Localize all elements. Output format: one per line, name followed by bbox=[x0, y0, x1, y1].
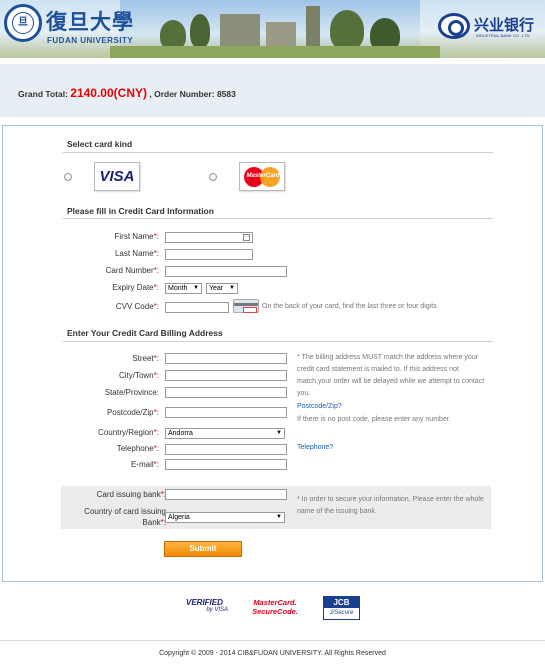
submit-button[interactable]: Submit bbox=[164, 541, 242, 557]
billing-title: Enter Your Credit Card Billing Address bbox=[67, 328, 223, 338]
card-number-field[interactable] bbox=[165, 266, 287, 277]
postcode-label: Postcode/Zip*: bbox=[106, 408, 159, 417]
mastercard-logo-text: MasterCard bbox=[246, 173, 280, 179]
bank-name-en: INDUSTRIAL BANK CO., LTD. bbox=[476, 33, 531, 38]
telephone-help-link[interactable]: Telephone? bbox=[297, 444, 333, 451]
header-banner: 旦 復旦大學 FUDAN UNIVERSITY 兴业银行 INDUSTRIAL … bbox=[0, 0, 545, 58]
first-name-label: First Name*: bbox=[114, 232, 159, 241]
expiry-date-label: Expiry Date*: bbox=[112, 283, 159, 292]
expiry-month-select[interactable]: Month ▼ bbox=[165, 283, 202, 294]
order-summary: Grand Total: 2140.00(CNY) , Order Number… bbox=[0, 64, 545, 117]
telephone-label: Telephone*: bbox=[116, 444, 159, 453]
grand-total-value: 2140.00(CNY) bbox=[70, 86, 147, 100]
divider bbox=[63, 152, 493, 153]
email-label: E-mail*: bbox=[130, 460, 159, 469]
chevron-down-icon: ▼ bbox=[193, 285, 199, 291]
city-label: City/Town*: bbox=[118, 371, 159, 380]
vbv-line1: VERIFIED bbox=[186, 598, 223, 607]
issuing-bank-label: Card issuing bank*: bbox=[96, 490, 166, 499]
vbv-line2: by VISA bbox=[206, 607, 228, 613]
order-summary-line: Grand Total: 2140.00(CNY) , Order Number… bbox=[18, 86, 236, 100]
fudan-seal-logo: 旦 bbox=[4, 4, 42, 42]
billing-address-note: * The billing address MUST match the add… bbox=[297, 354, 485, 397]
card-kind-title: Select card kind bbox=[67, 139, 133, 149]
expiry-year-value: Year bbox=[209, 285, 224, 292]
university-name-cn: 復旦大學 bbox=[46, 9, 134, 34]
email-field[interactable] bbox=[165, 459, 287, 470]
issuing-bank-note: * In order to secure your information, P… bbox=[297, 496, 484, 515]
cvv-code-label: CVV Code*: bbox=[115, 302, 159, 311]
country-select[interactable]: Andorra ▼ bbox=[165, 428, 285, 439]
copyright-text: Copyright © 2009 - 2014 CIB&FUDAN UNIVER… bbox=[159, 650, 386, 657]
visa-logo-text: VISA bbox=[99, 168, 135, 185]
country-value: Andorra bbox=[168, 430, 193, 437]
last-name-label: Last Name*: bbox=[114, 249, 159, 258]
order-number-label: , Order Number: bbox=[149, 89, 215, 99]
last-name-field[interactable] bbox=[165, 249, 253, 260]
mcsc-line1: MasterCard. bbox=[253, 598, 297, 607]
bank-name-cn: 兴业银行 bbox=[474, 17, 535, 34]
card-number-label: Card Number*: bbox=[105, 266, 159, 275]
payment-form-panel: Select card kind VISA MasterCard Please … bbox=[2, 125, 543, 582]
expiry-month-value: Month bbox=[168, 285, 188, 292]
mastercard-card-logo[interactable]: MasterCard bbox=[239, 162, 285, 191]
street-field[interactable] bbox=[165, 353, 287, 364]
city-field[interactable] bbox=[165, 370, 287, 381]
visa-card-logo[interactable]: VISA bbox=[94, 162, 140, 191]
chevron-down-icon: ▼ bbox=[229, 285, 235, 291]
issuing-bank-field[interactable] bbox=[165, 489, 287, 500]
country-label: Country/Region*: bbox=[98, 428, 159, 437]
card-info-title: Please fill in Credit Card Information bbox=[67, 206, 214, 216]
mcsc-line2: SecureCode. bbox=[252, 607, 298, 616]
state-label: State/Province: bbox=[104, 388, 159, 397]
chevron-down-icon: ▼ bbox=[276, 430, 282, 436]
telephone-field[interactable] bbox=[165, 444, 287, 455]
issuing-bank-section: Card issuing bank*: Country of card issu… bbox=[61, 486, 491, 529]
jcb-jsecure-logo: JCB J/Secure bbox=[323, 596, 360, 620]
university-name-en: FUDAN UNIVERSITY bbox=[47, 36, 134, 45]
expiry-year-select[interactable]: Year ▼ bbox=[206, 283, 238, 294]
cib-bank-logo-icon bbox=[438, 13, 470, 39]
state-field[interactable] bbox=[165, 387, 287, 398]
street-label: Street*: bbox=[132, 354, 159, 363]
mastercard-securecode-logo: MasterCard. SecureCode. bbox=[252, 598, 298, 622]
chevron-down-icon: ▼ bbox=[276, 514, 282, 520]
visa-radio[interactable] bbox=[64, 173, 72, 181]
first-name-field[interactable]: ⋯ bbox=[165, 232, 253, 243]
issuing-country-value: Algeria bbox=[168, 514, 190, 521]
issuing-country-select[interactable]: Algeria ▼ bbox=[165, 512, 285, 523]
postcode-hint: If there is no post code, please enter a… bbox=[297, 416, 451, 423]
footer-divider bbox=[0, 640, 545, 641]
mastercard-radio[interactable] bbox=[209, 173, 217, 181]
autofill-icon[interactable]: ⋯ bbox=[243, 234, 250, 241]
cvv-card-back-icon bbox=[233, 299, 259, 313]
verified-by-visa-logo: VERIFIED by VISA bbox=[186, 598, 228, 622]
divider bbox=[63, 218, 493, 219]
grand-total-label: Grand Total: bbox=[18, 89, 68, 99]
order-number-value: 8583 bbox=[216, 89, 236, 99]
jcb-line1: JCB bbox=[324, 597, 359, 608]
cvv-hint: On the back of your card, find the last … bbox=[262, 303, 437, 310]
jcb-line2: J/Secure bbox=[329, 610, 354, 616]
postcode-field[interactable] bbox=[165, 407, 287, 418]
postcode-help-link[interactable]: Postcode/Zip? bbox=[297, 403, 342, 410]
issuing-country-label: Country of card issuing Bank*: bbox=[84, 507, 166, 527]
divider bbox=[63, 341, 493, 342]
cvv-code-field[interactable] bbox=[165, 302, 229, 313]
